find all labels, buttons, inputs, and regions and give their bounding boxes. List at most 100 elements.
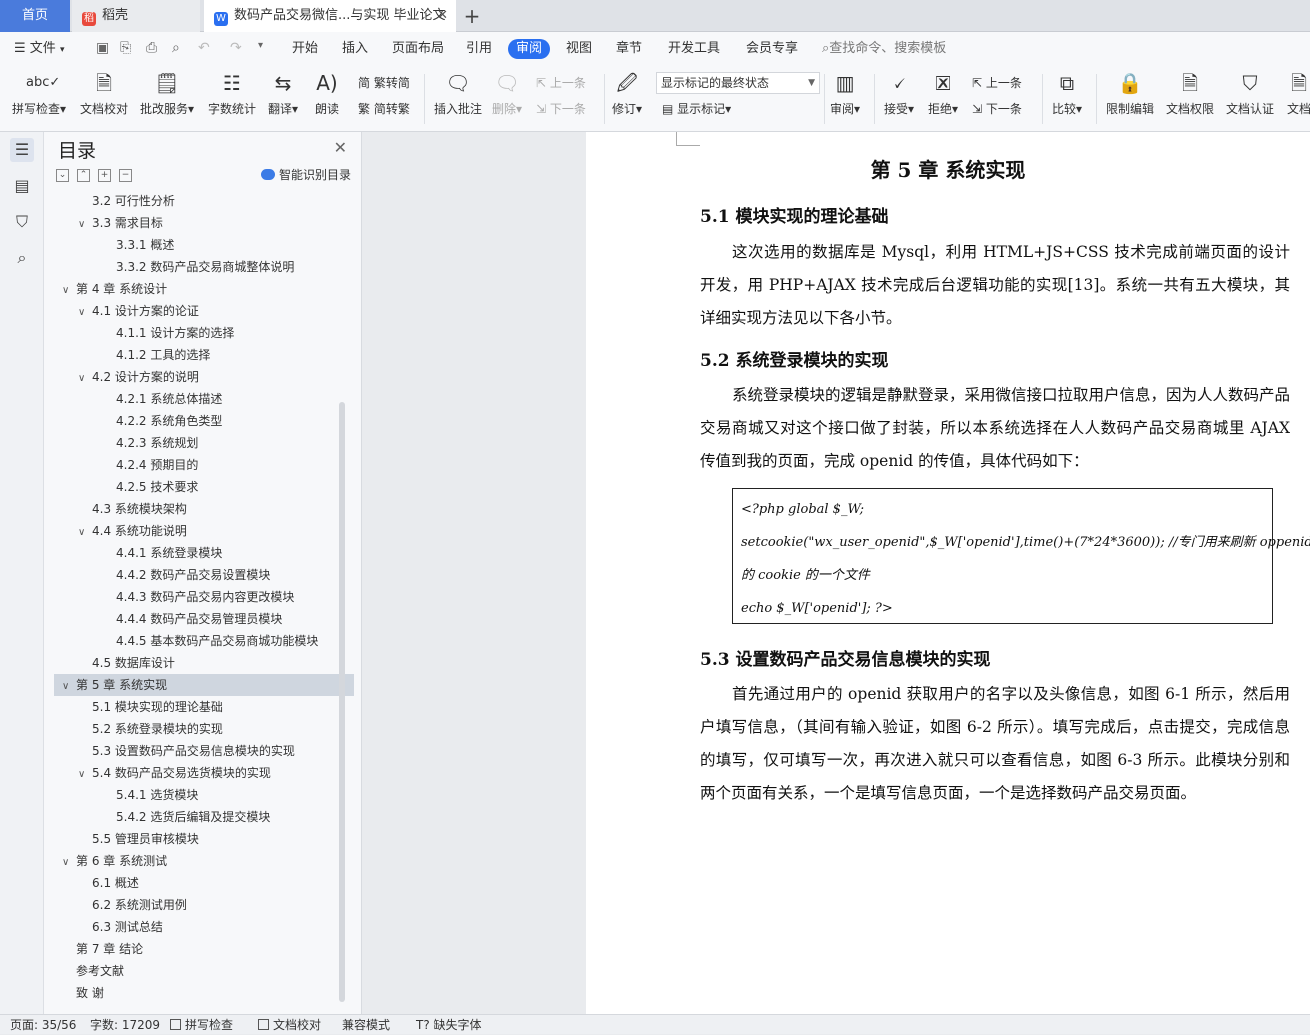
menu-member[interactable]: 会员专享: [746, 39, 798, 59]
doc-more-button[interactable]: 🗎 文档: [1286, 70, 1310, 117]
toc-item[interactable]: 4.2.3 系统规划: [54, 432, 354, 454]
restrict-edit-button[interactable]: 🔒 限制编辑: [1106, 70, 1154, 117]
toc-item[interactable]: 参考文献: [54, 960, 354, 982]
toc-item[interactable]: 4.2.4 预期目的: [54, 454, 354, 476]
toc-item[interactable]: 4.4.1 系统登录模块: [54, 542, 354, 564]
toc-item[interactable]: ∨ 4.4 系统功能说明: [54, 520, 354, 542]
menu-start[interactable]: 开始: [292, 39, 318, 59]
prev-change-button[interactable]: ⇱ 上一条: [972, 74, 1022, 91]
next-comment-button[interactable]: ⇲ 下一条: [536, 100, 586, 117]
toc-item[interactable]: 致 谢: [54, 982, 354, 1004]
status-proofread[interactable]: 文档校对: [258, 1015, 321, 1035]
toc-item[interactable]: ∨ 4.2 设计方案的说明: [54, 366, 354, 388]
toc-item[interactable]: 5.5 管理员审核模块: [54, 828, 354, 850]
word-count-button[interactable]: ☷ 字数统计: [208, 70, 256, 117]
menu-view[interactable]: 视图: [566, 39, 592, 59]
spell-check-button[interactable]: abc✓ 拼写检查▾: [12, 70, 66, 117]
toc-item[interactable]: ∨ 4.1 设计方案的论证: [54, 300, 354, 322]
track-changes-button[interactable]: 🖉 修订▾: [612, 70, 642, 117]
status-spell-check[interactable]: 拼写检查: [170, 1015, 233, 1035]
toc-item[interactable]: 5.2 系统登录模块的实现: [54, 718, 354, 740]
menu-references[interactable]: 引用: [466, 39, 492, 59]
next-change-button[interactable]: ⇲ 下一条: [972, 100, 1022, 117]
toc-item[interactable]: ∨ 第 5 章 系统实现: [54, 674, 354, 696]
chevron-down-icon[interactable]: ∨: [62, 852, 76, 874]
remove-heading-icon[interactable]: −: [119, 169, 132, 182]
toc-item[interactable]: ∨ 第 4 章 系统设计: [54, 278, 354, 300]
word-count-indicator[interactable]: 字数: 17209: [90, 1015, 160, 1035]
toc-item[interactable]: 3.3.1 概述: [54, 234, 354, 256]
menu-page-layout[interactable]: 页面布局: [392, 39, 444, 59]
quick-access-chevron-icon[interactable]: ▾: [258, 40, 263, 51]
expand-icon[interactable]: ⌃: [77, 169, 90, 182]
tab-daoke[interactable]: 稻稻壳: [72, 0, 200, 32]
review-pane-button[interactable]: ▥ 审阅▾: [830, 70, 860, 117]
missing-font-button[interactable]: T? 缺失字体: [416, 1015, 482, 1035]
toc-item[interactable]: 4.1.1 设计方案的选择: [54, 322, 354, 344]
bookmark-icon[interactable]: ⛉: [10, 210, 34, 234]
close-icon[interactable]: ✕: [334, 138, 347, 157]
insert-comment-button[interactable]: 🗨 插入批注: [434, 70, 482, 117]
print-icon[interactable]: ⎙: [146, 40, 157, 56]
toc-item[interactable]: 4.5 数据库设计: [54, 652, 354, 674]
print-preview-icon[interactable]: ⌕: [172, 40, 180, 56]
doc-cert-button[interactable]: ⛉ 文档认证: [1226, 70, 1274, 117]
add-heading-icon[interactable]: +: [98, 169, 111, 182]
toc-item[interactable]: 4.2.1 系统总体描述: [54, 388, 354, 410]
menu-insert[interactable]: 插入: [342, 39, 368, 59]
simp-to-trad-button[interactable]: 繁 简转繁: [358, 100, 410, 117]
toc-item[interactable]: 4.4.4 数码产品交易管理员模块: [54, 608, 354, 630]
page-indicator[interactable]: 页面: 35/56: [10, 1015, 76, 1035]
trad-to-simp-button[interactable]: 简 繁转简: [358, 74, 410, 91]
review-service-button[interactable]: 🗒 批改服务▾: [140, 70, 194, 117]
command-search[interactable]: ⌕查找命令、搜索模板: [822, 39, 946, 59]
search-icon[interactable]: ⌕: [10, 246, 34, 270]
chevron-down-icon[interactable]: ∨: [62, 676, 76, 698]
toc-item[interactable]: 5.4.1 选货模块: [54, 784, 354, 806]
delete-comment-button[interactable]: 🗨 删除▾: [492, 70, 522, 117]
toc-item[interactable]: 4.2.5 技术要求: [54, 476, 354, 498]
chevron-down-icon[interactable]: ∨: [78, 522, 92, 544]
translate-button[interactable]: ⇆ 翻译▾: [268, 70, 298, 117]
toc-item[interactable]: 4.4.3 数码产品交易内容更改模块: [54, 586, 354, 608]
file-menu[interactable]: ☰ 文件 ▾: [14, 39, 64, 59]
toc-item[interactable]: ∨ 5.4 数码产品交易选货模块的实现: [54, 762, 354, 784]
doc-rights-button[interactable]: 🗎 文档权限: [1166, 70, 1214, 117]
toc-item[interactable]: 4.4.5 基本数码产品交易商城功能模块: [54, 630, 354, 652]
toc-item[interactable]: 5.1 模块实现的理论基础: [54, 696, 354, 718]
chevron-down-icon[interactable]: ∨: [62, 280, 76, 302]
toc-item[interactable]: 6.2 系统测试用例: [54, 894, 354, 916]
accept-button[interactable]: 🗸 接受▾: [884, 70, 914, 117]
tab-document[interactable]: W 数码产品交易微信...与实现 毕业论文 ✕: [204, 0, 456, 32]
markup-state-select[interactable]: 显示标记的最终状态 ▼: [656, 72, 820, 94]
toc-item[interactable]: 6.3 测试总结: [54, 916, 354, 938]
document-page[interactable]: 第 5 章 系统实现 5.1 模块实现的理论基础 这次选用的数据库是 Mysql…: [586, 132, 1310, 1014]
toc-item[interactable]: ∨ 第 6 章 系统测试: [54, 850, 354, 872]
toc-item[interactable]: ∨ 3.3 需求目标: [54, 212, 354, 234]
chevron-down-icon[interactable]: ∨: [78, 302, 92, 324]
close-tab-icon[interactable]: ✕: [437, 0, 448, 32]
toc-nav-icon[interactable]: ☰: [10, 138, 34, 162]
toc-item[interactable]: 第 7 章 结论: [54, 938, 354, 960]
toc-item[interactable]: 4.4.2 数码产品交易设置模块: [54, 564, 354, 586]
outline-nav-icon[interactable]: ▤: [10, 174, 34, 198]
toc-item[interactable]: 3.3.2 数码产品交易商城整体说明: [54, 256, 354, 278]
share-icon[interactable]: ⎘: [120, 40, 131, 56]
toc-scrollbar[interactable]: [339, 402, 345, 1002]
prev-comment-button[interactable]: ⇱ 上一条: [536, 74, 586, 91]
show-markup-button[interactable]: ▤ 显示标记▾: [662, 100, 731, 117]
toc-item[interactable]: 3.2 可行性分析: [54, 190, 354, 212]
chevron-down-icon[interactable]: ∨: [78, 368, 92, 390]
toc-item[interactable]: 6.1 概述: [54, 872, 354, 894]
menu-section[interactable]: 章节: [616, 39, 642, 59]
read-aloud-button[interactable]: A) 朗读: [314, 70, 340, 117]
toc-item[interactable]: 5.4.2 选货后编辑及提交模块: [54, 806, 354, 828]
menu-developer[interactable]: 开发工具: [668, 39, 720, 59]
toc-item[interactable]: 5.3 设置数码产品交易信息模块的实现: [54, 740, 354, 762]
save-icon[interactable]: ▣: [96, 40, 109, 56]
toc-item[interactable]: 4.3 系统模块架构: [54, 498, 354, 520]
chevron-down-icon[interactable]: ∨: [78, 764, 92, 786]
compare-button[interactable]: ⧉ 比较▾: [1052, 70, 1082, 117]
collapse-icon[interactable]: ⌄: [56, 169, 69, 182]
menu-review[interactable]: 审阅: [508, 39, 551, 59]
